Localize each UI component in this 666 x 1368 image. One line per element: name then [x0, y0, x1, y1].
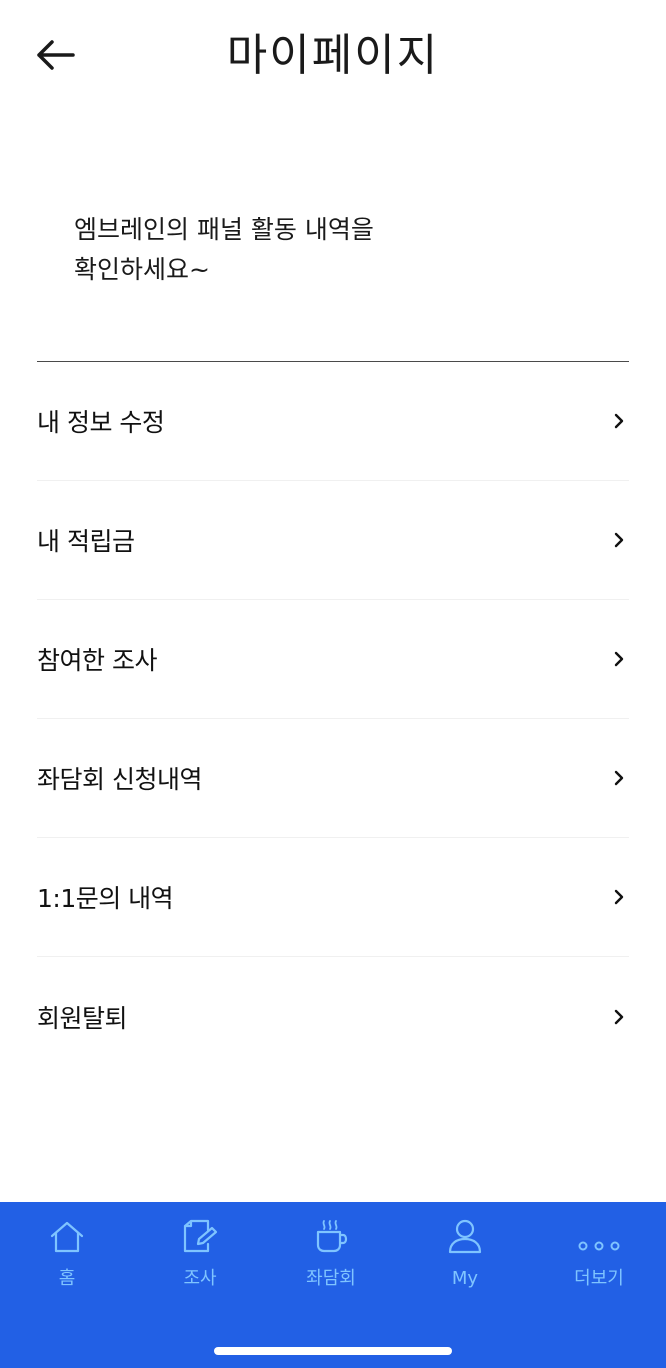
- menu-item-label: 좌담회 신청내역: [37, 765, 202, 794]
- menu-item-label: 내 적립금: [37, 527, 135, 556]
- coffee-cup-icon: [316, 1220, 348, 1253]
- tab-label: 좌담회: [306, 1268, 356, 1289]
- greeting-message: 엠브레인의 패널 활동 내역을 확인하세요~: [74, 180, 594, 290]
- menu-item-edit-profile[interactable]: 내 정보 수정: [37, 362, 629, 481]
- chevron-right-icon: [609, 1007, 629, 1027]
- tab-survey[interactable]: 조사: [140, 1216, 260, 1296]
- survey-edit-icon: [183, 1219, 218, 1253]
- tab-label: 홈: [58, 1268, 76, 1289]
- tab-group-discussion[interactable]: 좌담회: [271, 1216, 391, 1296]
- chevron-right-icon: [609, 411, 629, 431]
- app-header: 마이페이지: [0, 0, 666, 112]
- tab-home[interactable]: 홈: [7, 1216, 127, 1296]
- menu-item-inquiry-history[interactable]: 1:1문의 내역: [37, 838, 629, 957]
- chevron-right-icon: [609, 530, 629, 550]
- tab-my[interactable]: My: [405, 1216, 525, 1296]
- user-icon: [448, 1219, 482, 1254]
- bottom-tab-bar: 홈 조사 좌담회 My 더보기: [0, 1202, 666, 1368]
- menu-item-label: 회원탈퇴: [37, 1003, 128, 1033]
- tab-more[interactable]: 더보기: [539, 1216, 659, 1296]
- chevron-right-icon: [609, 768, 629, 788]
- page-title: 마이페이지: [226, 30, 440, 81]
- menu-item-label: 내 정보 수정: [37, 408, 165, 437]
- tab-label: 조사: [183, 1268, 217, 1289]
- menu-item-label: 참여한 조사: [37, 646, 157, 675]
- chevron-right-icon: [609, 649, 629, 669]
- tab-label: My: [451, 1268, 479, 1289]
- menu-item-group-discussion-history[interactable]: 좌담회 신청내역: [37, 719, 629, 838]
- home-icon: [50, 1221, 84, 1253]
- menu-item-label: 1:1문의 내역: [37, 884, 174, 913]
- chevron-right-icon: [609, 887, 629, 907]
- home-indicator: [214, 1347, 452, 1355]
- more-dots-icon: [578, 1241, 620, 1251]
- mypage-menu: 내 정보 수정 내 적립금 참여한 조사 좌담회 신청내역 1:1문의 내역 회…: [37, 362, 629, 1076]
- user-name-placeholder: [74, 180, 594, 210]
- menu-item-my-points[interactable]: 내 적립금: [37, 481, 629, 600]
- tab-label: 더보기: [574, 1268, 624, 1289]
- greeting-line-1: 엠브레인의 패널 활동 내역을: [74, 215, 374, 244]
- menu-item-withdraw-membership[interactable]: 회원탈퇴: [37, 957, 629, 1076]
- greeting-line-2: 확인하세요~: [74, 255, 210, 284]
- menu-item-participated-surveys[interactable]: 참여한 조사: [37, 600, 629, 719]
